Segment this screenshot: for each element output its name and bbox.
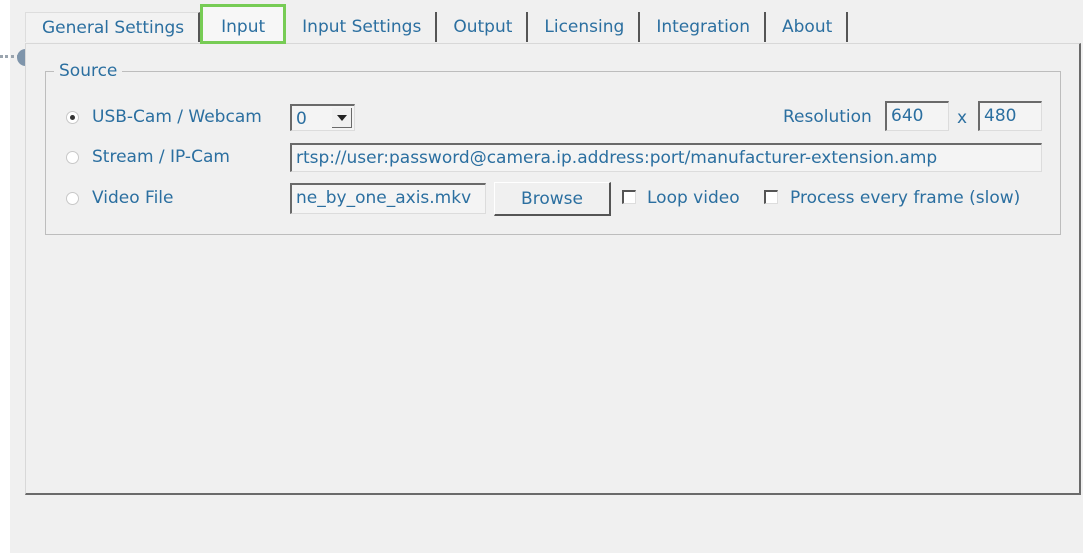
resolution-width-value: 640 xyxy=(891,106,924,126)
stream-label[interactable]: Stream / IP-Cam xyxy=(92,147,230,167)
browse-button[interactable]: Browse xyxy=(494,182,611,216)
tab-strip: General Settings Input Input Settings Ou… xyxy=(25,4,849,44)
tab-integration[interactable]: Integration xyxy=(640,12,766,42)
tab-label: Output xyxy=(453,17,513,37)
resolution-height-value: 480 xyxy=(984,106,1017,126)
resolution-height-field[interactable]: 480 xyxy=(978,101,1042,131)
resolution-x-label: x xyxy=(957,108,968,128)
loop-video-checkbox[interactable] xyxy=(622,190,636,204)
process-every-frame-label[interactable]: Process every frame (slow) xyxy=(790,188,1020,208)
video-file-radio[interactable] xyxy=(66,192,79,205)
tab-input[interactable]: Input xyxy=(200,4,287,44)
usb-cam-label[interactable]: USB-Cam / Webcam xyxy=(92,107,262,127)
process-every-frame-checkbox[interactable] xyxy=(764,190,778,204)
tab-general-settings[interactable]: General Settings xyxy=(25,12,201,42)
usb-device-value: 0 xyxy=(296,109,307,129)
stream-radio[interactable] xyxy=(66,151,79,164)
tab-label: Input xyxy=(221,17,266,37)
tab-label: Input Settings xyxy=(302,17,422,37)
chevron-down-icon[interactable] xyxy=(332,108,352,128)
tab-licensing[interactable]: Licensing xyxy=(528,12,641,42)
tab-label: Licensing xyxy=(544,17,625,37)
browse-button-label: Browse xyxy=(521,188,583,209)
resolution-width-field[interactable]: 640 xyxy=(885,101,949,131)
tab-input-settings[interactable]: Input Settings xyxy=(286,12,438,42)
loop-video-label[interactable]: Loop video xyxy=(647,188,740,208)
tab-label: About xyxy=(782,17,833,37)
resolution-label: Resolution xyxy=(783,107,872,127)
source-group-title: Source xyxy=(54,61,123,81)
stream-url-value: rtsp://user:password@camera.ip.address:p… xyxy=(296,148,938,168)
video-file-field[interactable]: ne_by_one_axis.mkv xyxy=(290,183,486,214)
video-file-label[interactable]: Video File xyxy=(92,188,173,208)
tab-output[interactable]: Output xyxy=(437,12,529,42)
tab-about[interactable]: About xyxy=(766,12,849,42)
usb-device-select[interactable]: 0 xyxy=(290,104,355,131)
tab-label: Integration xyxy=(656,17,750,37)
tab-label: General Settings xyxy=(42,17,185,38)
video-file-value: ne_by_one_axis.mkv xyxy=(296,188,472,208)
usb-cam-radio[interactable] xyxy=(66,111,79,124)
stream-url-field[interactable]: rtsp://user:password@camera.ip.address:p… xyxy=(290,143,1042,172)
